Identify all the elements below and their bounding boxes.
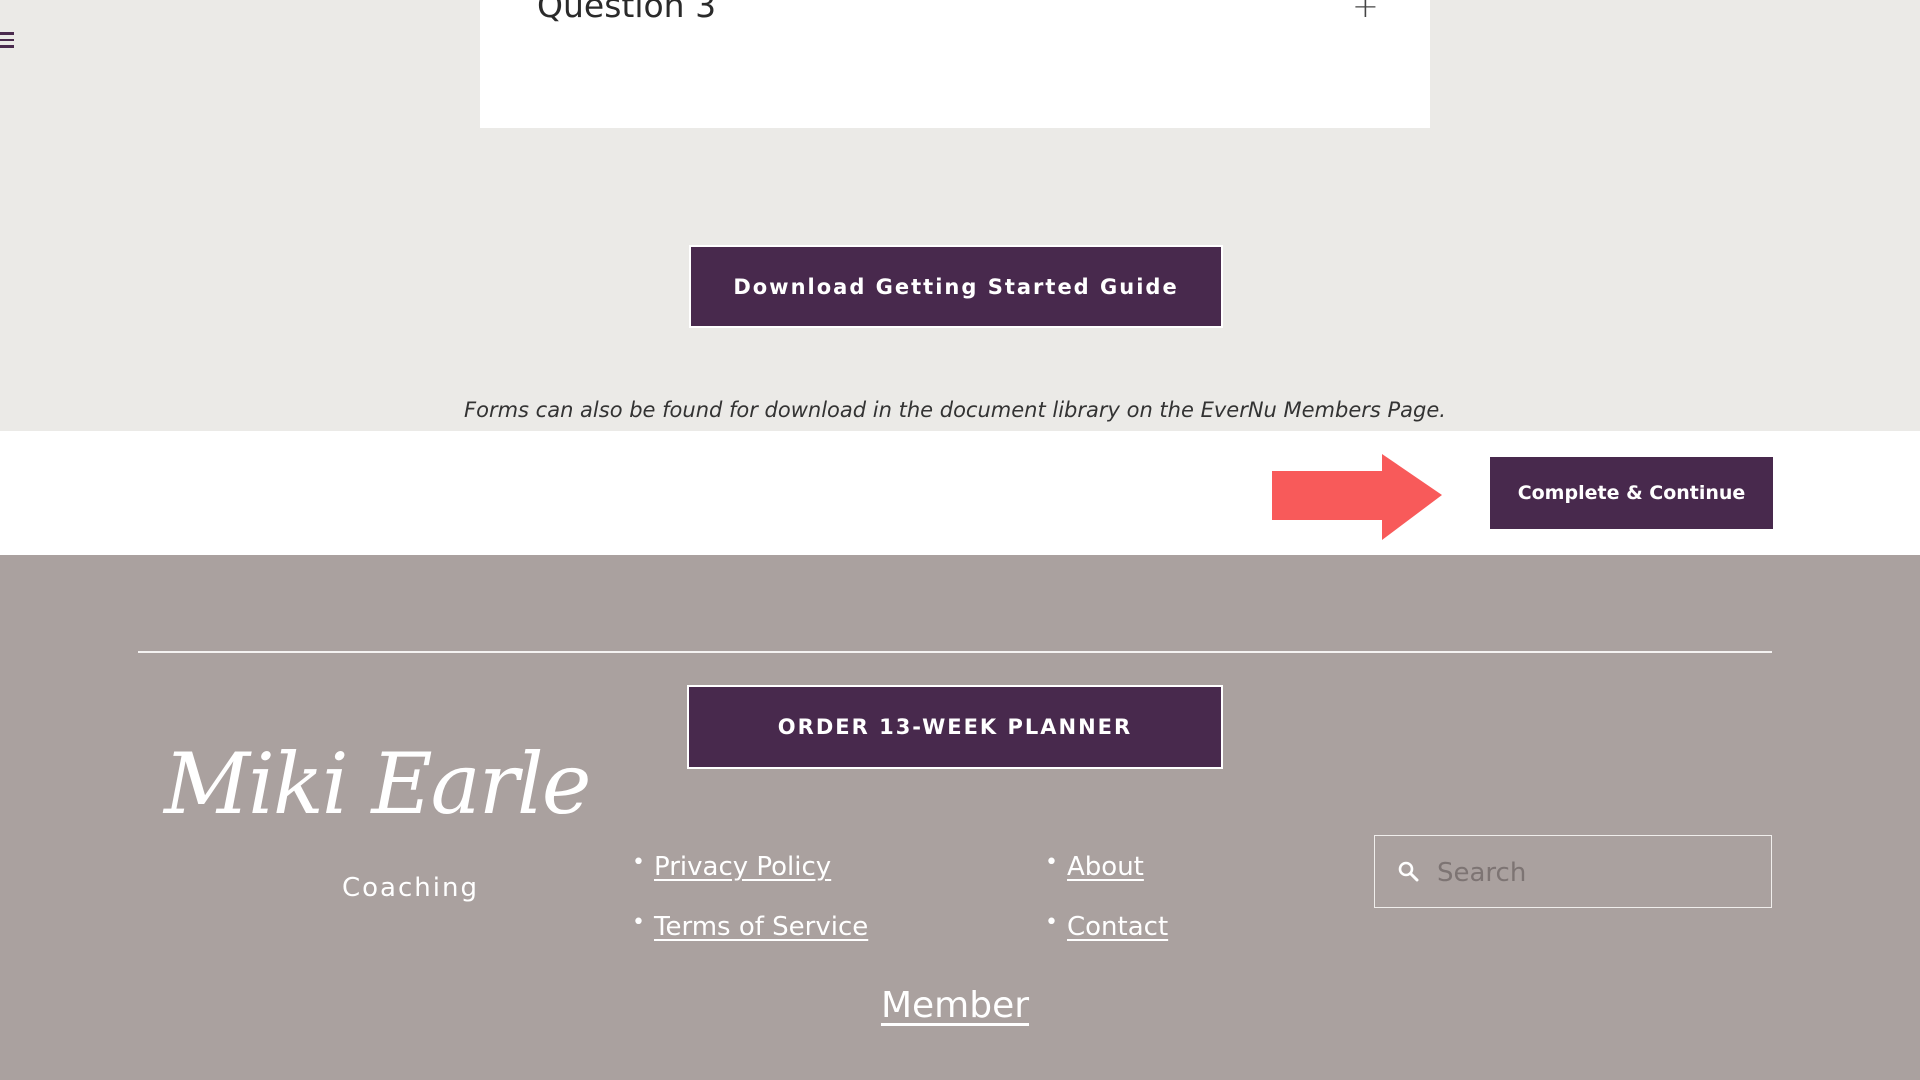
forms-note: Forms can also be found for download in … — [464, 398, 1446, 422]
logo[interactable]: Miki Earle Coaching — [160, 735, 591, 935]
bullet: • — [1045, 910, 1058, 935]
logo-subtitle: Coaching — [342, 873, 479, 903]
search-icon — [1398, 861, 1419, 882]
hamburger-menu-icon[interactable] — [0, 32, 14, 50]
contact-link[interactable]: Contact — [1067, 912, 1168, 942]
expand-plus-icon[interactable]: + — [1352, 0, 1379, 22]
footer-link-item: • About — [1045, 850, 1144, 882]
search-box[interactable] — [1374, 835, 1772, 908]
footer-link-item: • Terms of Service — [632, 910, 868, 942]
privacy-policy-link[interactable]: Privacy Policy — [654, 852, 831, 882]
bullet: • — [632, 910, 645, 935]
faq-question-title[interactable]: Question 3 — [537, 0, 716, 25]
about-link[interactable]: About — [1067, 852, 1144, 882]
footer-link-item: • Privacy Policy — [632, 850, 831, 882]
content-section: Question 3 + Download Getting Started Gu… — [0, 0, 1920, 431]
footer-link-item: • Contact — [1045, 910, 1168, 942]
faq-card: Question 3 + — [480, 0, 1430, 128]
footer: ORDER 13-WEEK PLANNER Miki Earle Coachin… — [0, 555, 1920, 1080]
terms-of-service-link[interactable]: Terms of Service — [654, 912, 868, 942]
logo-script-text: Miki Earle — [164, 735, 591, 833]
bullet: • — [632, 850, 645, 875]
member-link-container: Member — [0, 985, 1910, 1026]
download-guide-button[interactable]: Download Getting Started Guide — [689, 245, 1223, 328]
right-arrow-icon — [1272, 454, 1442, 540]
search-input[interactable] — [1435, 850, 1759, 896]
complete-continue-button[interactable]: Complete & Continue — [1490, 457, 1773, 529]
footer-divider — [138, 651, 1772, 653]
member-link[interactable]: Member — [881, 985, 1029, 1026]
bullet: • — [1045, 850, 1058, 875]
order-planner-button[interactable]: ORDER 13-WEEK PLANNER — [687, 685, 1223, 769]
